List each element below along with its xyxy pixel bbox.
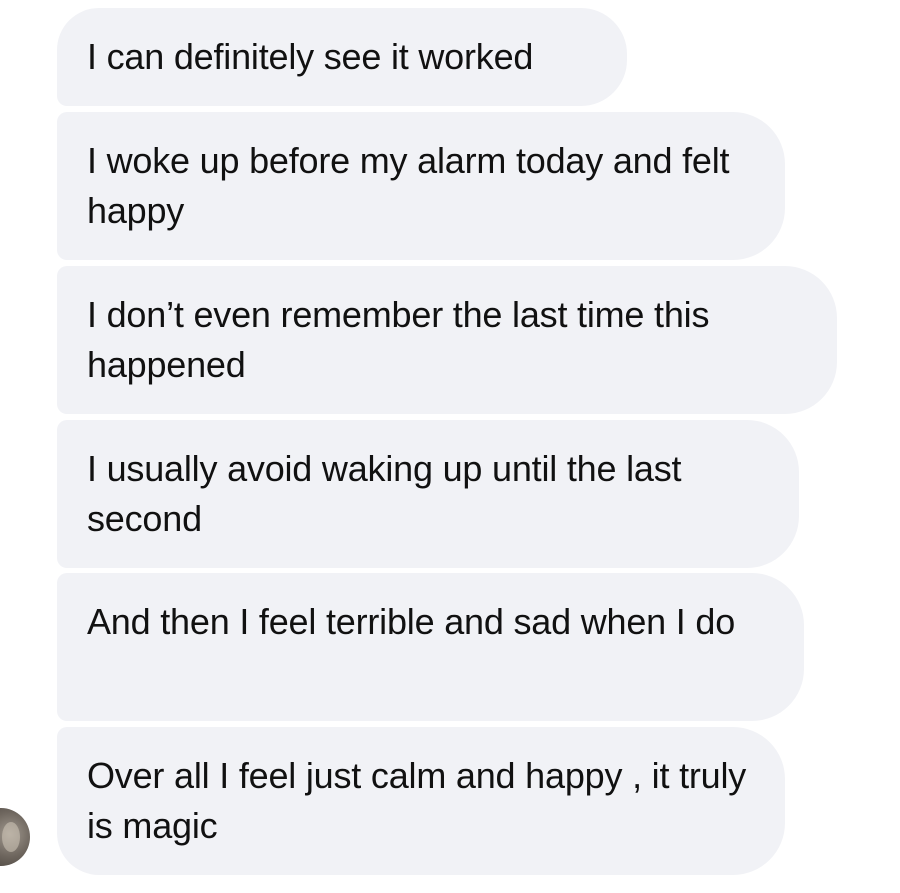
message-bubble[interactable]: I can definitely see it worked (57, 8, 627, 106)
message-bubble[interactable]: And then I feel terrible and sad when I … (57, 573, 804, 721)
message-text: Over all I feel just calm and happy , it… (87, 755, 747, 846)
sender-avatar[interactable] (0, 808, 30, 866)
message-text: I don’t even remember the last time this… (87, 294, 710, 385)
avatar-photo-icon (2, 822, 20, 852)
message-text: I woke up before my alarm today and felt… (87, 140, 730, 231)
message-text: I can definitely see it worked (87, 36, 534, 77)
message-text: And then I feel terrible and sad when I … (87, 601, 736, 642)
message-bubble[interactable]: I woke up before my alarm today and felt… (57, 112, 785, 260)
message-bubble[interactable]: Over all I feel just calm and happy , it… (57, 727, 785, 875)
message-bubble[interactable]: I usually avoid waking up until the last… (57, 420, 799, 568)
message-thread: I can definitely see it worked I woke up… (0, 0, 900, 893)
message-text: I usually avoid waking up until the last… (87, 448, 682, 539)
message-bubble[interactable]: I don’t even remember the last time this… (57, 266, 837, 414)
